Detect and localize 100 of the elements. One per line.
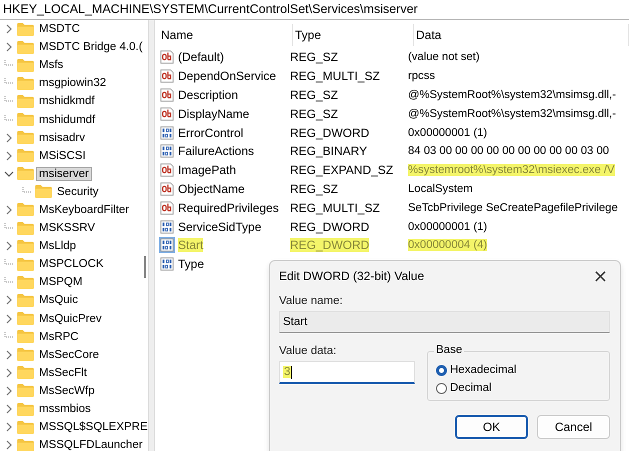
folder-icon (17, 294, 34, 307)
tree-item[interactable]: mshidumdf (37, 114, 98, 126)
chevron-right-icon[interactable] (4, 204, 14, 215)
chevron-right-icon[interactable] (4, 440, 14, 450)
radio-option[interactable]: Hexadecimal (436, 364, 601, 376)
value-data: 0x00000001 (1) (408, 220, 488, 233)
value-name[interactable]: Type (178, 257, 204, 272)
folder-icon (17, 312, 34, 326)
folder-icon (17, 438, 34, 451)
folder-icon (17, 149, 34, 162)
folder-icon (17, 384, 34, 398)
tree-item[interactable]: MsRPC (37, 330, 81, 343)
chevron-right-icon[interactable] (4, 386, 14, 396)
value-data: rpcss (408, 70, 435, 82)
value-data: 0x00000004 (4) (408, 239, 488, 252)
chevron-right-icon[interactable] (4, 241, 14, 252)
tree-item[interactable]: msiserver (37, 168, 91, 180)
value-data: %systemroot%\system32\msiexec.exe /V (408, 164, 615, 176)
chevron-right-icon[interactable] (4, 350, 14, 360)
value-type: REG_SZ (290, 106, 338, 121)
tree-item[interactable]: MsLldp (37, 240, 78, 252)
value-data: 84 03 00 00 00 00 00 00 00 00 00 03 00 (408, 145, 610, 158)
value-type: REG_MULTI_SZ (290, 200, 380, 215)
chevron-right-icon[interactable] (4, 24, 14, 34)
tree-item[interactable]: MSDTC Bridge 4.0.( (37, 41, 145, 54)
chevron-right-icon[interactable] (4, 295, 14, 306)
tree-item[interactable]: MSPCLOCK (37, 258, 106, 270)
tree-item[interactable]: MsSecFlt (37, 366, 89, 379)
chevron-right-icon[interactable] (4, 314, 14, 324)
cancel-button[interactable]: Cancel (537, 415, 610, 439)
folder-icon (17, 348, 34, 362)
value-data: 0x00000001 (1) (408, 126, 488, 139)
field-label: Value name: (279, 295, 344, 307)
tree-item[interactable]: mshidkmdf (37, 95, 97, 108)
folder-icon (17, 366, 34, 380)
value-name-field[interactable]: Start (279, 311, 610, 333)
value-data: (value not set) (408, 51, 480, 64)
column-header[interactable]: Type (293, 24, 414, 46)
value-name[interactable]: FailureActions (178, 144, 254, 158)
value-name[interactable]: Description (178, 88, 238, 102)
value-type: REG_DWORD (290, 220, 370, 234)
value-name[interactable]: ImagePath (178, 163, 236, 178)
value-type: REG_SZ (290, 88, 338, 102)
folder-icon (17, 94, 34, 108)
value-data: LocalSystem (408, 182, 473, 195)
tree-item[interactable]: MsSecWfp (37, 384, 97, 397)
tree-item[interactable]: MSiSCSI (37, 150, 88, 162)
tree-item[interactable]: MsSecCore (37, 348, 102, 361)
folder-icon (17, 203, 34, 216)
value-name[interactable]: (Default) (178, 50, 224, 64)
folder-icon (17, 222, 34, 235)
tree-item[interactable]: Security (55, 186, 101, 198)
ok-button[interactable]: OK (455, 415, 528, 439)
tree-item[interactable]: msisadrv (37, 132, 88, 144)
chevron-right-icon[interactable] (4, 368, 14, 378)
tree-item[interactable]: MSDTC (37, 23, 82, 36)
tree-item[interactable]: mssmbios (37, 403, 93, 416)
folder-icon (17, 420, 34, 434)
folder-icon (17, 22, 34, 36)
value-data: @%SystemRoot%\system32\msimsg.dll,- (408, 88, 616, 101)
folder-icon (17, 76, 34, 90)
dialog-title: Edit DWORD (32-bit) Value (279, 269, 424, 283)
value-type: REG_BINARY (290, 144, 368, 158)
value-type: REG_SZ (290, 182, 338, 196)
folder-icon (17, 167, 34, 180)
scrollbar-thumb[interactable] (144, 256, 146, 278)
tree-item[interactable]: MsQuicPrev (37, 312, 104, 325)
column-header[interactable]: Name (159, 24, 293, 46)
folder-icon (17, 40, 34, 54)
tree-item[interactable]: msgpiowin32 (37, 77, 108, 90)
folder-icon (35, 185, 52, 198)
close-button[interactable]: × (586, 266, 614, 286)
tree-item[interactable]: MsKeyboardFilter (37, 204, 132, 216)
radio-option[interactable]: Decimal (436, 382, 601, 394)
tree-item[interactable]: MSKSSRV (37, 222, 98, 234)
value-name[interactable]: RequiredPrivileges (178, 200, 279, 215)
value-name[interactable]: ServiceSidType (178, 220, 262, 234)
value-name[interactable]: ErrorControl (178, 126, 244, 140)
value-name[interactable]: ObjectName (178, 182, 245, 196)
value-name[interactable]: DisplayName (178, 106, 250, 121)
tree-item[interactable]: MsQuic (37, 294, 80, 306)
value-name[interactable]: DependOnService (178, 69, 276, 84)
value-data: @%SystemRoot%\system32\msimsg.dll,- (408, 108, 616, 120)
folder-icon (17, 58, 34, 72)
group-label: Base (434, 344, 464, 356)
chevron-right-icon[interactable] (4, 150, 14, 161)
tree-item[interactable]: Msfs (37, 59, 66, 72)
column-header[interactable]: Data (414, 24, 629, 46)
chevron-right-icon[interactable] (4, 422, 14, 432)
chevron-down-icon[interactable] (4, 168, 14, 179)
tree-item[interactable]: MSSQLFDLauncher (37, 439, 145, 451)
tree-item[interactable]: MSPQM (37, 276, 84, 288)
folder-icon (17, 276, 34, 289)
folder-icon (17, 240, 34, 253)
chevron-right-icon[interactable] (4, 404, 14, 414)
chevron-right-icon[interactable] (4, 42, 14, 52)
chevron-right-icon[interactable] (4, 132, 14, 143)
value-type: REG_SZ (290, 50, 338, 64)
address-bar[interactable]: HKEY_LOCAL_MACHINE\SYSTEM\CurrentControlSet\Services\msiserver (0, 0, 629, 20)
tree-item[interactable]: MSSQL$SQLEXPRE (37, 421, 150, 434)
